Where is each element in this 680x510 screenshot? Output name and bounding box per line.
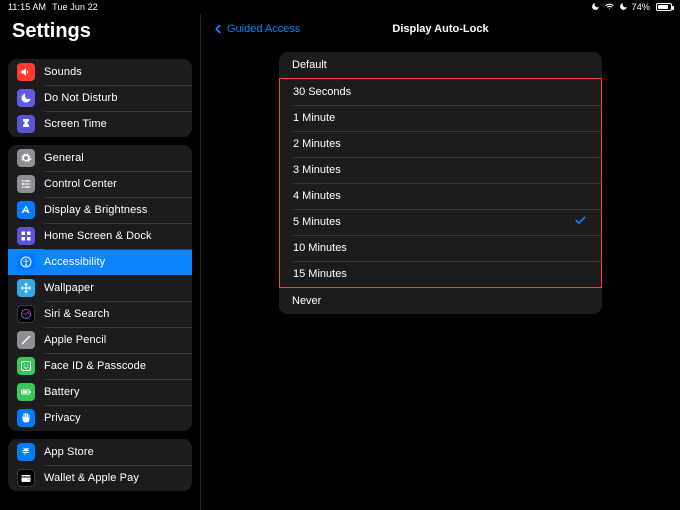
sidebar-item-applepencil[interactable]: Apple Pencil (8, 327, 192, 353)
sidebar-item-label: Accessibility (44, 256, 105, 268)
sidebar-item-label: Face ID & Passcode (44, 360, 146, 372)
wallpaper-icon (17, 279, 35, 297)
general-icon (17, 149, 35, 167)
sidebar-item-label: Apple Pencil (44, 334, 106, 346)
sidebar-item-privacy[interactable]: Privacy (8, 405, 192, 431)
accessibility-icon (17, 253, 35, 271)
siri-icon (17, 305, 35, 323)
sidebar-item-screentime[interactable]: Screen Time (8, 111, 192, 137)
sidebar-item-label: Home Screen & Dock (44, 230, 152, 242)
sidebar-item-sounds[interactable]: Sounds (8, 59, 192, 85)
sidebar-item-label: Battery (44, 386, 80, 398)
detail-pane: Guided Access Display Auto-Lock Default 3… (201, 14, 680, 510)
sidebar-item-label: Display & Brightness (44, 204, 148, 216)
homescreen-icon (17, 227, 35, 245)
option-label: 2 Minutes (293, 138, 341, 150)
autolock-option-cell[interactable]: 2 Minutes (280, 131, 601, 157)
sidebar-item-display[interactable]: Display & Brightness (8, 197, 192, 223)
sidebar-item-label: Do Not Disturb (44, 92, 118, 104)
default-label: Default (292, 59, 327, 71)
autolock-option-cell[interactable]: 1 Minute (280, 105, 601, 131)
sidebar-item-wallet[interactable]: Wallet & Apple Pay (8, 465, 192, 491)
faceid-icon (17, 357, 35, 375)
sidebar-item-controlcenter[interactable]: Control Center (8, 171, 192, 197)
appstore-icon (17, 443, 35, 461)
sidebar-item-label: Privacy (44, 412, 81, 424)
option-label: 5 Minutes (293, 216, 341, 228)
sidebar-item-general[interactable]: General (8, 145, 192, 171)
sounds-icon (17, 63, 35, 81)
dnd-status-icon (591, 2, 600, 13)
sidebar-item-label: App Store (44, 446, 94, 458)
option-label: 3 Minutes (293, 164, 341, 176)
autolock-option-cell[interactable]: 30 Seconds (280, 79, 601, 105)
display-icon (17, 201, 35, 219)
autolock-option-cell[interactable]: 15 Minutes (280, 261, 601, 287)
sidebar-item-label: Sounds (44, 66, 82, 78)
applepencil-icon (17, 331, 35, 349)
sidebar-item-siri[interactable]: Siri & Search (8, 301, 192, 327)
screentime-icon (17, 115, 35, 133)
sidebar-item-faceid[interactable]: Face ID & Passcode (8, 353, 192, 379)
page-title: Settings (12, 20, 91, 43)
autolock-option-cell[interactable]: 3 Minutes (280, 157, 601, 183)
back-label: Guided Access (227, 23, 300, 35)
sidebar-item-label: Wallpaper (44, 282, 94, 294)
sidebar-item-accessibility[interactable]: Accessibility (8, 249, 192, 275)
sidebar-item-label: Siri & Search (44, 308, 110, 320)
sidebar-item-appstore[interactable]: App Store (8, 439, 192, 465)
chevron-left-icon (211, 22, 225, 36)
wifi-icon (604, 2, 615, 13)
checkmark-icon (574, 214, 587, 230)
autolock-option-cell[interactable]: 4 Minutes (280, 183, 601, 209)
back-button[interactable]: Guided Access (211, 22, 300, 36)
never-label: Never (292, 295, 321, 307)
status-bar: 11:15 AM Tue Jun 22 74% (0, 0, 680, 14)
wallet-icon (17, 469, 35, 487)
sidebar-item-label: Screen Time (44, 118, 107, 130)
autolock-option-cell[interactable]: 10 Minutes (280, 235, 601, 261)
battery-icon (656, 3, 672, 11)
option-label: 10 Minutes (293, 242, 347, 254)
status-date: Tue Jun 22 (52, 2, 98, 12)
moon-icon (619, 2, 628, 13)
option-label: 1 Minute (293, 112, 335, 124)
battery-icon (17, 383, 35, 401)
sidebar-item-label: Control Center (44, 178, 117, 190)
option-label: 15 Minutes (293, 268, 347, 280)
sidebar-item-label: General (44, 152, 84, 164)
detail-title: Display Auto-Lock (392, 23, 488, 35)
controlcenter-icon (17, 175, 35, 193)
sidebar-item-homescreen[interactable]: Home Screen & Dock (8, 223, 192, 249)
sidebar-item-wallpaper[interactable]: Wallpaper (8, 275, 192, 301)
status-time: 11:15 AM (8, 2, 46, 12)
autolock-option-list: Default 30 Seconds 1 Minute 2 Minutes 3 Minu… (279, 52, 602, 314)
autolock-option-cell[interactable]: 5 Minutes (280, 209, 601, 235)
autolock-never-cell[interactable]: Never (279, 288, 602, 314)
sidebar-item-dnd[interactable]: Do Not Disturb (8, 85, 192, 111)
option-label: 4 Minutes (293, 190, 341, 202)
sidebar-list[interactable]: Sounds Do Not Disturb Screen Time General Co… (0, 51, 200, 510)
sidebar-item-label: Wallet & Apple Pay (44, 472, 139, 484)
settings-sidebar: Settings Sounds Do Not Disturb Screen Time… (0, 14, 201, 510)
sidebar-item-battery[interactable]: Battery (8, 379, 192, 405)
dnd-icon (17, 89, 35, 107)
battery-percent: 74% (632, 2, 650, 12)
privacy-icon (17, 409, 35, 427)
option-label: 30 Seconds (293, 86, 351, 98)
autolock-default-cell[interactable]: Default (279, 52, 602, 78)
